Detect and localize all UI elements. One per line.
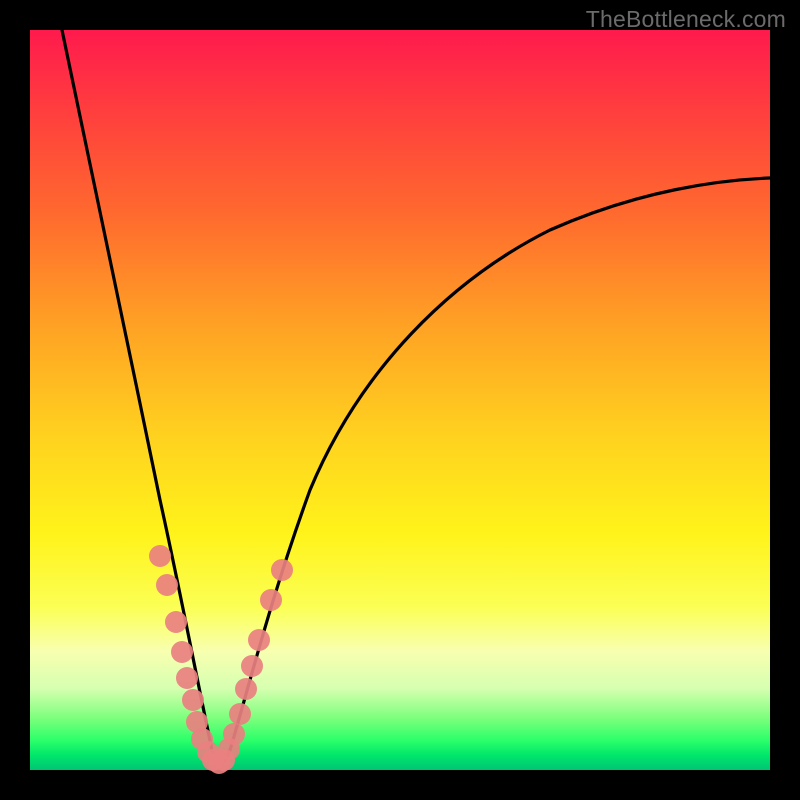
chart-frame: TheBottleneck.com — [0, 0, 800, 800]
watermark-text: TheBottleneck.com — [586, 6, 786, 33]
curve-right-branch — [220, 178, 770, 765]
data-dots — [149, 545, 293, 774]
chart-svg — [30, 30, 770, 770]
chart-plot-area — [30, 30, 770, 770]
curve-left-branch — [62, 30, 220, 765]
